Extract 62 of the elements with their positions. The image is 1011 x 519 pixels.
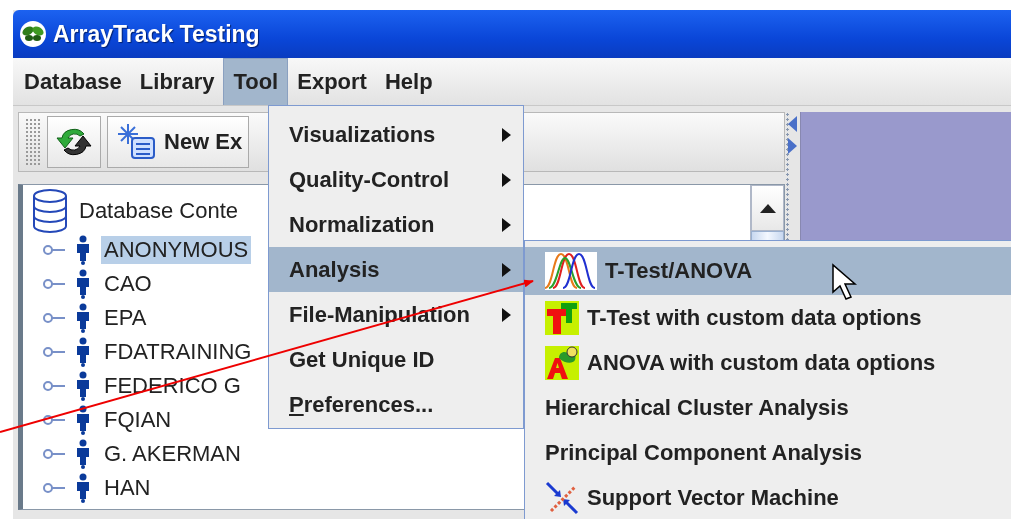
database-icon: [31, 188, 69, 234]
menu-item[interactable]: Help: [375, 58, 442, 105]
toolbar-grip[interactable]: [25, 118, 41, 166]
window-title: ArrayTrack Testing: [53, 20, 260, 48]
tree-handle-icon[interactable]: [43, 448, 65, 460]
submenu-arrow-icon: [502, 307, 511, 322]
tree-item[interactable]: G. AKERMAN: [101, 440, 244, 468]
tree-handle-icon[interactable]: [43, 414, 65, 426]
tree-item[interactable]: ANONYMOUS: [101, 236, 252, 264]
tree-handle-icon[interactable]: [43, 380, 65, 392]
menu-item[interactable]: Hierarchical Cluster Analysis: [525, 385, 1011, 430]
up-arrow-icon: [759, 203, 776, 213]
person-icon: [75, 337, 91, 367]
person-icon: [75, 269, 91, 299]
menu-item[interactable]: ANOVA with custom data options: [525, 340, 1011, 385]
tree-handle-icon[interactable]: [43, 482, 65, 494]
expand-right-icon[interactable]: [788, 138, 797, 154]
person-icon: [75, 371, 91, 401]
menu-item[interactable]: Quality-Control: [269, 157, 523, 202]
tree-root[interactable]: Database Conte: [79, 198, 238, 224]
bell-curves-icon: [545, 252, 597, 290]
collapse-left-icon[interactable]: [788, 116, 797, 132]
menu-item[interactable]: Export: [288, 58, 376, 105]
menu-item[interactable]: Normalization: [269, 202, 523, 247]
menu-item[interactable]: T-Test/ANOVA: [525, 247, 1011, 295]
menu-item[interactable]: Database: [15, 58, 131, 105]
t-letters-icon: [545, 300, 579, 335]
refresh-button[interactable]: [47, 116, 101, 168]
menu-item[interactable]: Principal Component Analysis: [525, 430, 1011, 475]
person-icon: [75, 405, 91, 435]
menu-item[interactable]: Get Unique ID: [269, 337, 523, 382]
new-experiment-button[interactable]: New Ex: [107, 116, 250, 168]
submenu-arrow-icon: [502, 262, 511, 277]
mouse-cursor-icon: [832, 263, 857, 300]
menu-item[interactable]: T-Test with custom data options: [525, 295, 1011, 340]
tree-item[interactable]: EPA: [101, 304, 150, 332]
person-icon: [75, 235, 91, 265]
submenu-arrow-icon: [502, 127, 511, 142]
person-icon: [75, 439, 91, 469]
crossing-arrows-icon: [545, 480, 579, 515]
menu-item[interactable]: Analysis: [269, 247, 523, 292]
tree-handle-icon[interactable]: [43, 278, 65, 290]
submenu-arrow-icon: [502, 172, 511, 187]
scroll-up-button[interactable]: [751, 185, 784, 231]
tree-item[interactable]: HAN: [101, 474, 154, 502]
tree-item[interactable]: FDATRAINING: [101, 338, 255, 366]
person-icon: [75, 473, 91, 503]
tree-item[interactable]: CAO: [101, 270, 155, 298]
menu-item[interactable]: Support Vector Machine: [525, 475, 1011, 519]
tree-item[interactable]: FQIAN: [101, 406, 175, 434]
menu-item[interactable]: Preferences...: [269, 382, 523, 427]
a-letter-icon: [545, 345, 579, 380]
menu-item[interactable]: Tool: [223, 58, 289, 105]
menu-item[interactable]: Library: [130, 58, 224, 105]
tree-handle-icon[interactable]: [43, 312, 65, 324]
tree-handle-icon[interactable]: [43, 346, 65, 358]
scrollbar-thumb[interactable]: [751, 231, 784, 241]
tree-handle-icon[interactable]: [43, 244, 65, 256]
menu-item[interactable]: Visualizations: [269, 112, 523, 157]
submenu-arrow-icon: [502, 217, 511, 232]
butterfly-logo-icon: [19, 20, 47, 48]
person-icon: [75, 303, 91, 333]
